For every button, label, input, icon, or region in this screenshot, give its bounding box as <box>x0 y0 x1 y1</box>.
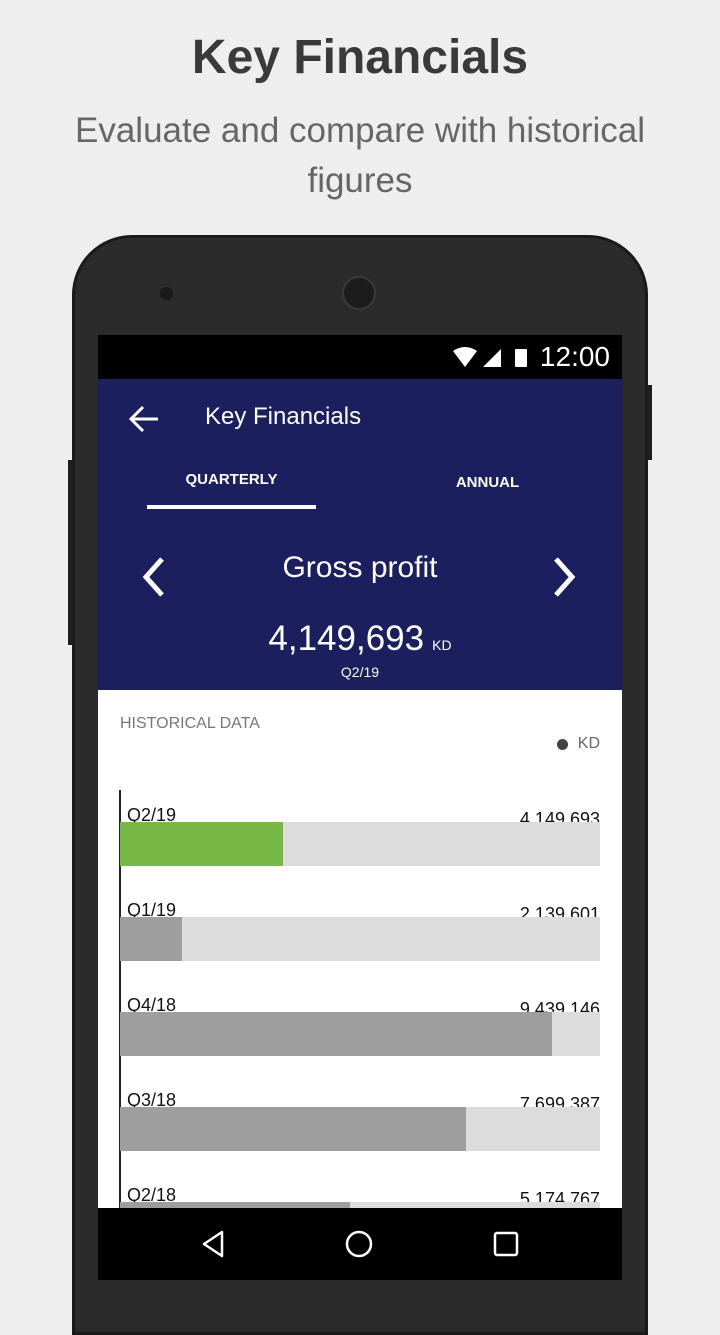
legend-label: KD <box>577 735 600 752</box>
phone-power-button <box>647 385 652 460</box>
metric-value: 4,149,693 <box>268 619 425 658</box>
metric-value-line: 4,149,693 KD <box>98 619 622 659</box>
bar-fill <box>120 1107 466 1151</box>
signal-icon <box>483 349 501 367</box>
nav-back-icon[interactable] <box>198 1228 230 1260</box>
status-icons <box>453 347 527 367</box>
history-row: Q4/18 9,439,146 <box>120 995 600 1085</box>
phone-sensor <box>160 287 173 300</box>
promo-subtitle: Evaluate and compare with historical fig… <box>74 111 645 200</box>
tab-quarterly[interactable]: QUARTERLY <box>147 471 316 488</box>
bar-fill <box>120 917 183 961</box>
active-tab-indicator <box>147 505 316 509</box>
wifi-icon <box>453 347 477 367</box>
historical-heading: HISTORICAL DATA <box>120 715 260 732</box>
legend: KD <box>556 735 600 753</box>
bar-track <box>120 1107 600 1151</box>
back-arrow-icon[interactable] <box>126 401 162 437</box>
history-row: Q2/19 4,149,693 <box>120 805 600 895</box>
battery-icon <box>515 349 527 367</box>
nav-home-icon[interactable] <box>343 1228 375 1260</box>
metric-unit: KD <box>432 637 452 653</box>
history-row: Q3/18 7,699,387 <box>120 1090 600 1180</box>
bar-fill <box>120 822 284 866</box>
history-row: Q1/19 2,139,601 <box>120 900 600 990</box>
status-time: 12:00 <box>539 341 610 372</box>
bar-track <box>120 822 600 866</box>
nav-recents-icon[interactable] <box>490 1228 522 1260</box>
legend-dot-icon <box>556 738 568 750</box>
tab-annual[interactable]: ANNUAL <box>403 474 572 491</box>
bar-track <box>120 917 600 961</box>
metric-period: Q2/19 <box>340 664 380 680</box>
screen: 12:00 Key Financials QUARTERLY ANNUAL Gr… <box>98 335 622 1280</box>
phone-speaker <box>342 276 376 310</box>
app-header: Key Financials QUARTERLY ANNUAL Gross pr… <box>98 379 622 690</box>
promo-title: Key Financials <box>191 31 529 84</box>
status-bar: 12:00 <box>98 335 622 379</box>
nav-bar <box>98 1208 622 1280</box>
metric-name: Gross profit <box>282 551 438 584</box>
phone-side-button <box>68 460 73 645</box>
bar-track <box>120 1012 600 1056</box>
app-title: Key Financials <box>205 403 362 430</box>
bar-fill <box>120 1012 552 1056</box>
